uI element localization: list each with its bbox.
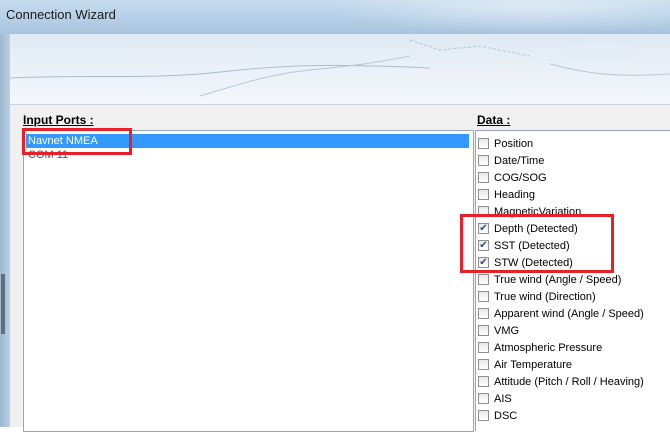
checkbox[interactable] [478, 155, 489, 166]
window-title: Connection Wizard [6, 7, 116, 22]
data-item-atmospheric-pressure[interactable]: Atmospheric Pressure [478, 339, 602, 356]
checkbox[interactable] [478, 359, 489, 370]
data-item-date-time[interactable]: Date/Time [478, 152, 544, 169]
checkbox[interactable] [478, 410, 489, 421]
data-item-air-temperature[interactable]: Air Temperature [478, 356, 572, 373]
data-item-attitude[interactable]: Attitude (Pitch / Roll / Heaving) [478, 373, 644, 390]
input-ports-label: Input Ports : [23, 113, 94, 127]
data-item-position[interactable]: Position [478, 135, 533, 152]
checkbox[interactable] [478, 376, 489, 387]
input-ports-list[interactable]: Navnet NMEA COM 11 [23, 130, 474, 432]
titlebar-glass [330, 0, 670, 34]
data-item-ais[interactable]: AIS [478, 390, 512, 407]
data-item-label: Date/Time [494, 154, 545, 167]
data-label: Data : [477, 113, 511, 127]
data-item-vmg[interactable]: VMG [478, 322, 519, 339]
data-item-label: DSC [494, 409, 518, 422]
data-item-label: Apparent wind (Angle / Speed) [494, 307, 644, 320]
data-item-true-wind-direction[interactable]: True wind (Direction) [478, 288, 596, 305]
checkbox[interactable] [478, 274, 489, 285]
data-item-label: True wind (Direction) [494, 290, 596, 303]
data-item-dsc[interactable]: DSC [478, 407, 517, 424]
data-item-label: Air Temperature [494, 358, 573, 371]
data-item-label: Atmospheric Pressure [494, 341, 603, 354]
data-item-label: COG/SOG [494, 171, 547, 184]
data-item-label: Attitude (Pitch / Roll / Heaving) [494, 375, 644, 388]
checkbox[interactable] [478, 138, 489, 149]
annotation-highlight-detected [460, 214, 614, 273]
checkbox[interactable] [478, 172, 489, 183]
data-item-label: AIS [494, 392, 512, 405]
frame-edge-bar [1, 274, 5, 334]
data-item-heading[interactable]: Heading [478, 186, 535, 203]
data-item-label: True wind (Angle / Speed) [494, 273, 622, 286]
checkbox[interactable] [478, 308, 489, 319]
annotation-highlight-port [22, 128, 132, 155]
data-item-label: Heading [494, 188, 535, 201]
checkbox[interactable] [478, 393, 489, 404]
banner-chart-lines [10, 39, 670, 97]
data-item-cog-sog[interactable]: COG/SOG [478, 169, 547, 186]
data-item-apparent-wind[interactable]: Apparent wind (Angle / Speed) [478, 305, 644, 322]
checkbox[interactable] [478, 291, 489, 302]
checkbox[interactable] [478, 189, 489, 200]
data-item-label: Position [494, 137, 534, 150]
wizard-banner [10, 34, 670, 105]
data-item-label: VMG [494, 324, 520, 337]
checkbox[interactable] [478, 342, 489, 353]
window-frame-left [0, 34, 10, 427]
title-bar: Connection Wizard [0, 0, 670, 34]
data-checklist: Position Date/Time COG/SOG Heading Magne… [475, 130, 670, 431]
checkbox[interactable] [478, 325, 489, 336]
data-item-true-wind-angle-speed[interactable]: True wind (Angle / Speed) [478, 271, 621, 288]
